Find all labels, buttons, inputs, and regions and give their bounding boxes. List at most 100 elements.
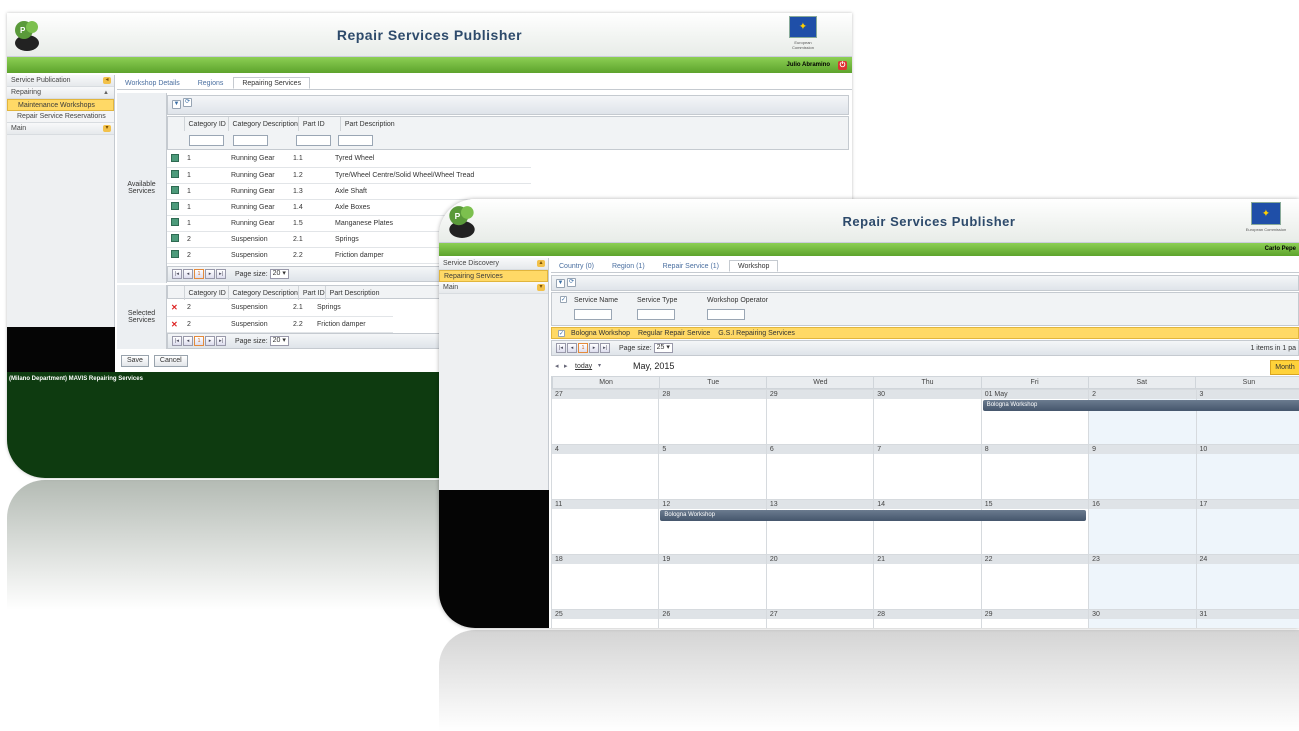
last-page-icon[interactable]: ▸| xyxy=(600,343,610,353)
sidebar-item-service-discovery[interactable]: Service Discovery ▴ xyxy=(439,258,548,270)
page-size-select[interactable]: 20 ▾ xyxy=(269,336,289,346)
page-size-select[interactable]: 20 ▾ xyxy=(269,269,289,279)
calendar-day-cell[interactable]: 3 xyxy=(1195,389,1299,444)
page-number-button[interactable]: 1 xyxy=(578,343,588,353)
refresh-icon[interactable]: ⟳ xyxy=(566,277,576,287)
save-button[interactable]: Save xyxy=(121,355,149,367)
remove-icon[interactable]: ✕ xyxy=(171,320,178,329)
logout-icon[interactable]: ⏻ xyxy=(838,61,847,70)
collapse-icon[interactable]: ▲ xyxy=(103,87,109,99)
calendar-day-cell[interactable]: 17 xyxy=(1195,499,1299,554)
calendar-day-cell[interactable]: 20 xyxy=(765,554,874,609)
service-name-filter[interactable] xyxy=(574,309,612,320)
tab-repair-service[interactable]: Repair Service (1) xyxy=(655,261,727,273)
table-row[interactable]: ✕ 2 Suspension 2.2 Friction damper xyxy=(167,316,393,333)
tab-repairing-services[interactable]: Repairing Services xyxy=(233,77,311,89)
calendar-day-cell[interactable]: 21 xyxy=(873,554,981,609)
calendar-day-cell[interactable]: 24 xyxy=(1195,554,1299,609)
tab-country[interactable]: Country (0) xyxy=(551,261,602,273)
add-service-icon[interactable] xyxy=(171,153,179,162)
prev-page-icon[interactable]: ◂ xyxy=(567,343,577,353)
calendar-day-cell[interactable]: 29 xyxy=(980,609,1089,628)
select-all-checkbox[interactable]: ✓ xyxy=(560,296,569,303)
refresh-icon[interactable]: ⟳ xyxy=(182,98,192,107)
chevron-down-icon[interactable]: ▾ xyxy=(103,125,111,132)
calendar-day-cell[interactable]: 18 xyxy=(551,554,659,609)
cancel-button[interactable]: Cancel xyxy=(153,355,188,367)
calendar-day-cell[interactable]: 6 xyxy=(765,444,874,499)
calendar-day-cell[interactable]: 15 xyxy=(980,499,1089,554)
calendar-day-cell[interactable]: 30 xyxy=(873,389,981,444)
calendar-day-cell[interactable]: 11 xyxy=(551,499,659,554)
calendar-day-cell[interactable]: 28 xyxy=(873,609,981,628)
calendar-day-cell[interactable]: 19 xyxy=(658,554,766,609)
month-view-button[interactable]: Month xyxy=(1270,360,1299,375)
row-checkbox[interactable]: ✓ xyxy=(558,329,565,337)
tab-workshop-details[interactable]: Workshop Details xyxy=(117,78,188,90)
sidebar-item-main[interactable]: Main ▾ xyxy=(7,123,114,135)
category-description-filter[interactable] xyxy=(233,135,268,146)
calendar-day-cell[interactable]: 14 xyxy=(873,499,981,554)
first-page-icon[interactable]: |◂ xyxy=(172,269,182,279)
chevron-down-icon[interactable]: ▾ xyxy=(537,284,545,291)
category-id-filter[interactable] xyxy=(189,135,224,146)
add-service-icon[interactable] xyxy=(171,202,179,210)
add-service-icon[interactable] xyxy=(171,218,179,226)
sidebar-item-repairing-services[interactable]: Repairing Services xyxy=(439,270,548,282)
tab-regions[interactable]: Regions xyxy=(190,78,232,90)
calendar-day-cell[interactable]: 4 xyxy=(551,444,659,499)
chevron-up-icon[interactable]: ▴ xyxy=(537,260,545,267)
calendar-event[interactable]: Bologna Workshop xyxy=(982,400,1299,411)
first-page-icon[interactable]: |◂ xyxy=(556,343,566,353)
table-row[interactable]: 1 Running Gear 1.3 Axle Shaft xyxy=(167,183,531,200)
sidebar-item-repairing[interactable]: Repairing ▲ xyxy=(7,87,114,99)
page-number-button[interactable]: 1 xyxy=(194,269,204,279)
table-row[interactable]: ✓ Bologna Workshop Regular Repair Servic… xyxy=(551,327,1299,339)
part-id-filter[interactable] xyxy=(296,135,331,146)
calendar-day-cell[interactable]: 28 xyxy=(658,389,766,444)
prev-arrow-icon[interactable]: ◂ xyxy=(555,362,559,370)
prev-page-icon[interactable]: ◂ xyxy=(183,336,193,346)
sidebar-item-repair-service-reservations[interactable]: Repair Service Reservations xyxy=(7,111,114,123)
sidebar-item-maintenance-workshops[interactable]: Maintenance Workshops xyxy=(7,99,114,111)
date-picker-icon[interactable]: ▾ xyxy=(598,362,601,369)
calendar-day-cell[interactable]: 01 May xyxy=(980,389,1089,444)
workshop-operator-filter[interactable] xyxy=(707,309,745,320)
calendar-day-cell[interactable]: 9 xyxy=(1088,444,1196,499)
table-row[interactable]: 1 Running Gear 1.1 Tyred Wheel xyxy=(167,151,531,168)
calendar-day-cell[interactable]: 12 xyxy=(658,499,766,554)
last-page-icon[interactable]: ▸| xyxy=(216,269,226,279)
calendar-day-cell[interactable]: 26 xyxy=(658,609,766,628)
add-service-icon[interactable] xyxy=(171,170,179,178)
calendar-day-cell[interactable]: 13 xyxy=(765,499,874,554)
calendar-day-cell[interactable]: 22 xyxy=(980,554,1089,609)
tab-workshop[interactable]: Workshop xyxy=(728,260,779,272)
remove-icon[interactable]: ✕ xyxy=(171,303,178,312)
calendar-day-cell[interactable]: 29 xyxy=(765,389,874,444)
calendar-day-cell[interactable]: 27 xyxy=(551,389,659,444)
table-row[interactable]: ✕ 2 Suspension 2.1 Springs xyxy=(167,300,393,317)
part-description-filter[interactable] xyxy=(338,135,373,146)
calendar-event[interactable]: Bologna Workshop xyxy=(660,510,1087,521)
next-page-icon[interactable]: ▸ xyxy=(205,269,215,279)
first-page-icon[interactable]: |◂ xyxy=(172,336,182,346)
page-number-button[interactable]: 1 xyxy=(194,336,204,346)
chevron-down-icon[interactable]: ◂ xyxy=(103,77,111,84)
next-arrow-icon[interactable]: ▸ xyxy=(564,362,568,370)
next-page-icon[interactable]: ▸ xyxy=(589,343,599,353)
table-row[interactable]: 1 Running Gear 1.2 Tyre/Wheel Centre/Solid … xyxy=(167,167,531,184)
next-page-icon[interactable]: ▸ xyxy=(205,336,215,346)
tab-region[interactable]: Region (1) xyxy=(604,261,653,273)
calendar-day-cell[interactable]: 23 xyxy=(1088,554,1196,609)
calendar-day-cell[interactable]: 2 xyxy=(1088,389,1196,444)
calendar-day-cell[interactable]: 7 xyxy=(873,444,981,499)
add-service-icon[interactable] xyxy=(171,250,179,258)
prev-page-icon[interactable]: ◂ xyxy=(183,269,193,279)
filter-icon[interactable]: ▼ xyxy=(556,279,565,288)
calendar-day-cell[interactable]: 25 xyxy=(551,609,659,628)
filter-icon[interactable]: ▼ xyxy=(172,100,181,109)
sidebar-item-service-publication[interactable]: Service Publication ◂ xyxy=(7,75,114,87)
today-link[interactable]: today xyxy=(575,363,592,370)
calendar-day-cell[interactable]: 5 xyxy=(658,444,766,499)
calendar-day-cell[interactable]: 8 xyxy=(980,444,1089,499)
